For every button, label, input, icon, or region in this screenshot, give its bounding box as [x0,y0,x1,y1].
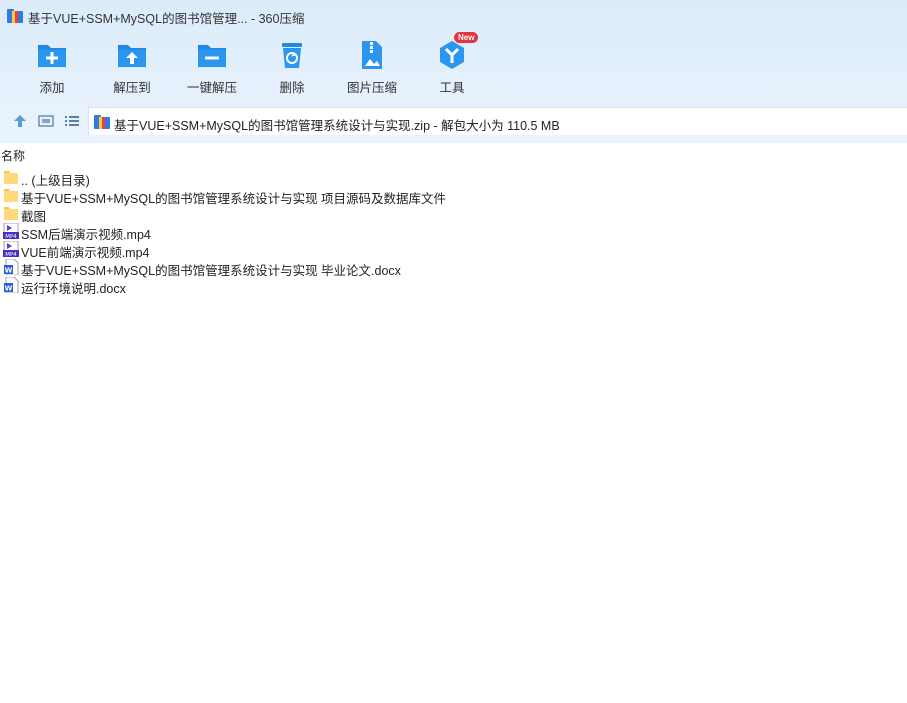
add-icon [38,45,66,67]
svg-text:MP4: MP4 [5,252,17,257]
word-doc-icon: W [4,277,19,293]
add-button[interactable]: 添加 [12,36,92,98]
file-rows: .. (上级目录) 基于VUE+SSM+MySQL的图书馆管理系统设计与实现 项… [0,168,907,296]
address-row: 基于VUE+SSM+MySQL的图书馆管理系统设计与实现.zip - 解包大小为… [0,106,907,136]
column-header-name[interactable]: 名称 [0,147,25,165]
add-label: 添加 [39,81,65,95]
word-doc-icon: W [4,259,19,275]
folder-icon [4,207,18,220]
delete-icon [282,43,302,68]
mp4-file-icon: MP4 [3,241,19,257]
delete-label: 删除 [279,81,305,95]
file-name: 运行环境说明.docx [21,282,126,296]
list-item[interactable]: W 基于VUE+SSM+MySQL的图书馆管理系统设计与实现 毕业论文.docx [0,258,907,278]
title-bar[interactable]: 基于VUE+SSM+MySQL的图书馆管理... - 360压缩 [0,0,907,32]
list-item[interactable]: W 运行环境说明.docx [0,276,907,296]
archive-icon [7,9,23,23]
image-compress-icon [362,41,382,69]
new-badge: New [454,32,479,43]
top-region: 基于VUE+SSM+MySQL的图书馆管理... - 360压缩 添加 解压到 … [0,0,907,143]
list-item[interactable]: MP4 SSM后端演示视频.mp4 [0,222,907,242]
up-arrow-icon[interactable] [12,113,28,129]
file-list: 名称 .. (上级目录) 基于VUE+SSM+MySQL的图书馆管理系统设计与实… [0,143,907,703]
list-item[interactable]: MP4 VUE前端演示视频.mp4 [0,240,907,260]
list-item[interactable]: .. (上级目录) [0,168,907,188]
delete-button[interactable]: 删除 [252,36,332,98]
extract-to-button[interactable]: 解压到 [92,36,172,98]
image-compress-button[interactable]: 图片压缩 [332,36,412,98]
window-title: 基于VUE+SSM+MySQL的图书馆管理... - 360压缩 [28,12,305,26]
svg-text:W: W [5,285,13,293]
tools-label: 工具 [439,81,465,95]
svg-text:W: W [5,267,13,275]
extract-to-label: 解压到 [113,81,151,95]
address-bar[interactable]: 基于VUE+SSM+MySQL的图书馆管理系统设计与实现.zip - 解包大小为… [88,107,907,135]
list-item[interactable]: 截图 [0,204,907,224]
address-text: 基于VUE+SSM+MySQL的图书馆管理系统设计与实现.zip - 解包大小为… [114,119,560,133]
svg-text:MP4: MP4 [5,234,17,239]
extract-to-icon [118,45,146,67]
one-click-extract-icon [198,45,226,67]
thumbnail-view-icon[interactable] [38,113,54,129]
tools-icon [440,41,464,69]
folder-icon [4,189,18,202]
image-compress-label: 图片压缩 [346,81,397,95]
app-window: 基于VUE+SSM+MySQL的图书馆管理... - 360压缩 添加 解压到 … [0,0,907,703]
one-click-extract-label: 一键解压 [186,81,237,95]
toolbar: 添加 解压到 一键解压 删除 图片压缩 New 工具 [0,32,907,100]
mp4-file-icon: MP4 [3,223,19,239]
list-view-icon[interactable] [64,113,80,129]
list-item[interactable]: 基于VUE+SSM+MySQL的图书馆管理系统设计与实现 项目源码及数据库文件 [0,186,907,206]
folder-icon [4,171,18,184]
tools-button[interactable]: New 工具 [412,32,492,98]
one-click-extract-button[interactable]: 一键解压 [172,36,252,98]
archive-icon [94,115,110,129]
